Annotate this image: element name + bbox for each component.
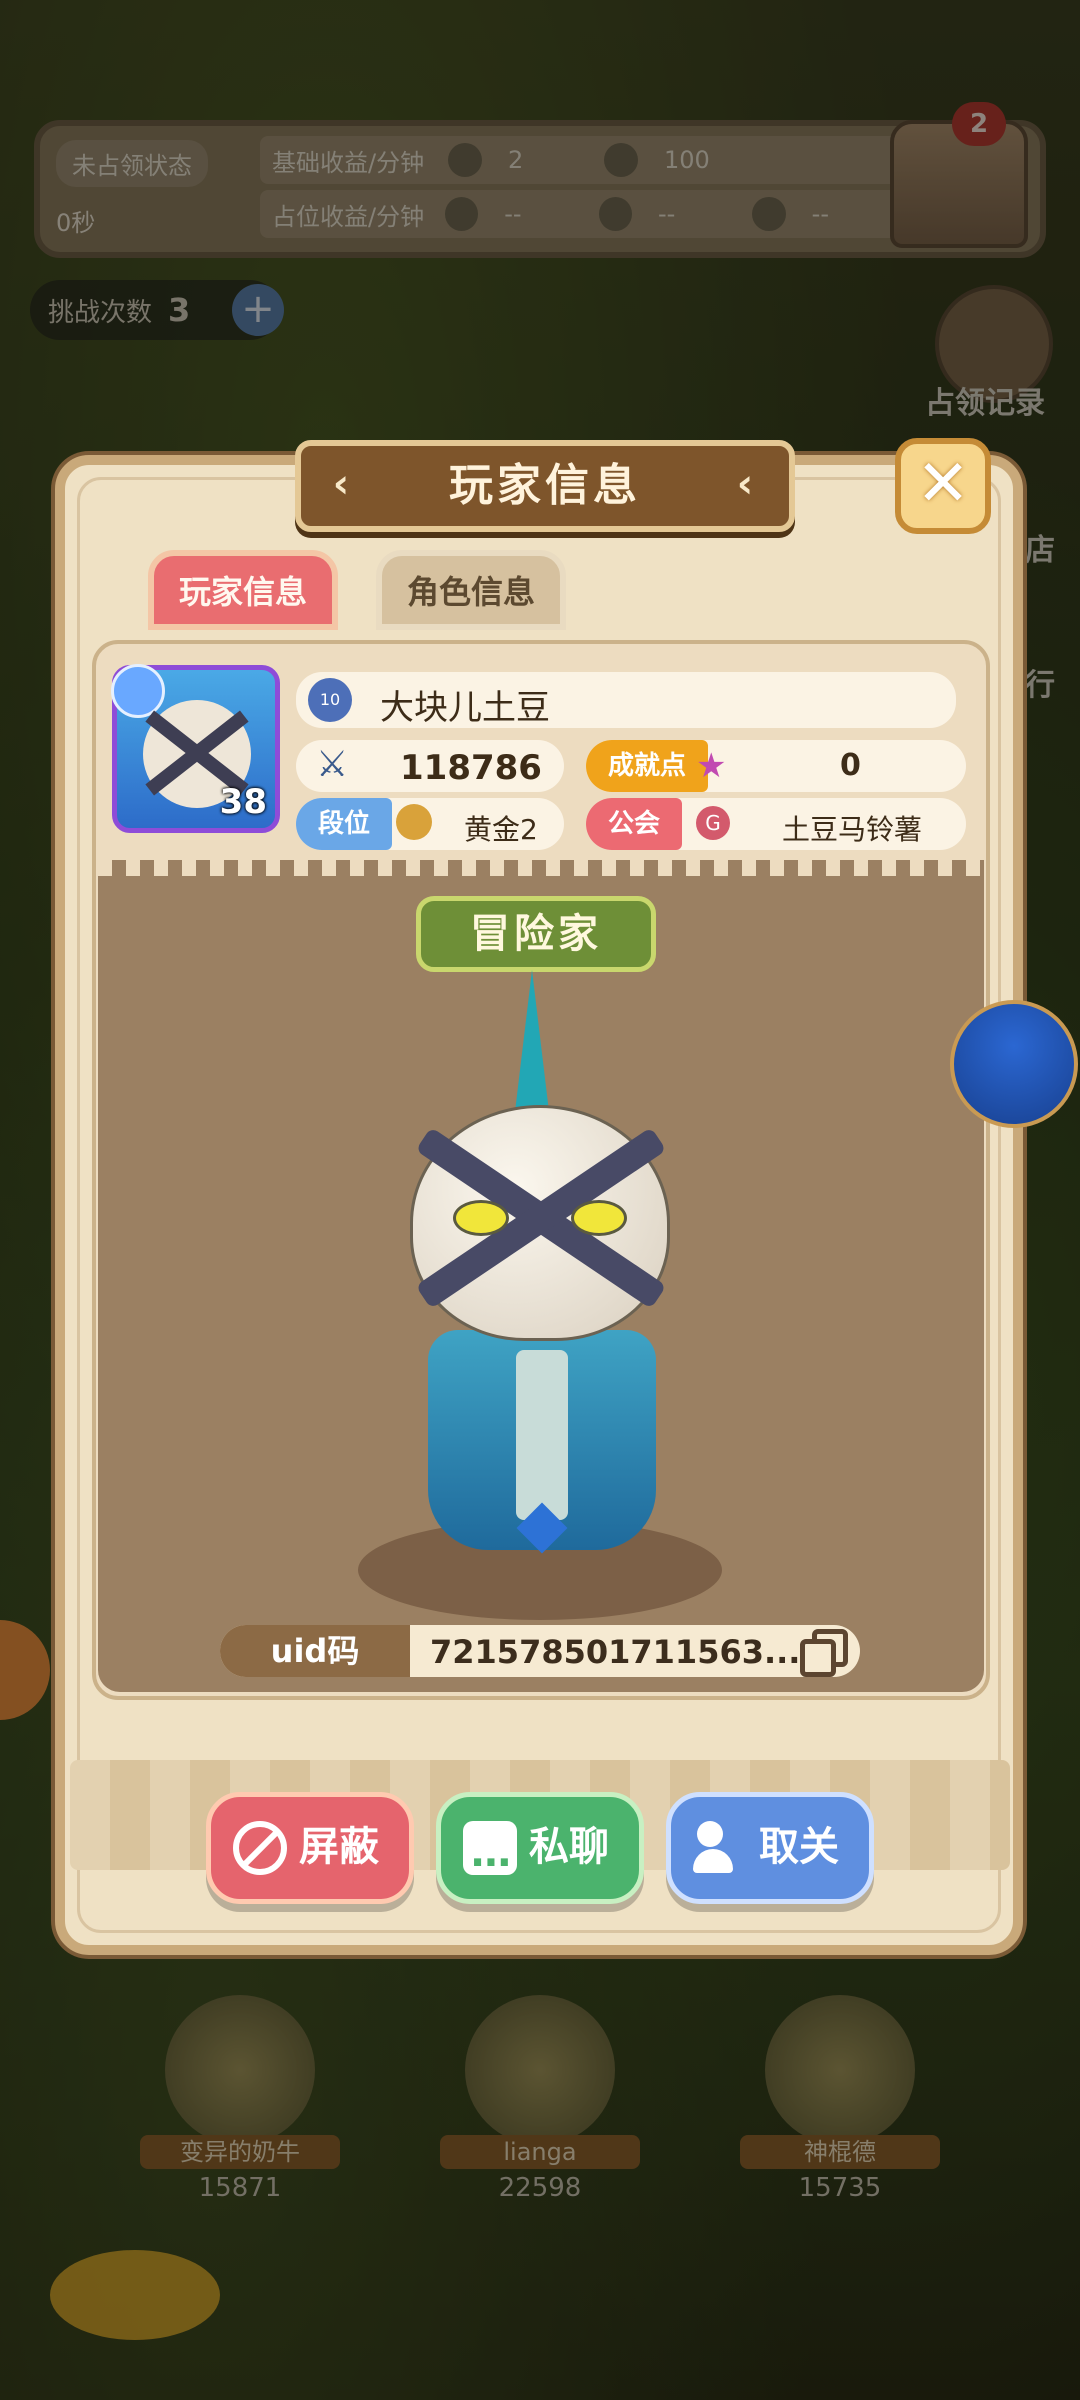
- combat-power-row: ⚔ 118786: [296, 740, 564, 792]
- tab-player-info[interactable]: 玩家信息: [148, 550, 338, 630]
- floating-avatar-button[interactable]: [950, 1000, 1078, 1128]
- gold-rank-icon: [396, 804, 432, 840]
- rank-value: 黄金2: [464, 813, 538, 846]
- private-chat-button[interactable]: 私聊: [436, 1792, 644, 1913]
- crossed-swords-icon: ⚔: [316, 744, 349, 785]
- guild-emblem-icon: G: [696, 806, 730, 840]
- tab-role-info[interactable]: 角色信息: [376, 550, 566, 630]
- block-label: 屏蔽: [299, 1824, 379, 1870]
- level-badge-icon: 10: [308, 678, 352, 722]
- block-button[interactable]: 屏蔽: [206, 1792, 414, 1904]
- close-button[interactable]: ✕: [895, 438, 991, 534]
- chat-label: 私聊: [529, 1824, 609, 1870]
- unfollow-button[interactable]: 取关: [666, 1792, 874, 1904]
- hero-skull-head: [410, 1105, 670, 1341]
- star-medal-icon: ★: [696, 746, 727, 786]
- hero-title-badge: 冒险家: [416, 896, 656, 972]
- hero-eye-left: [453, 1200, 509, 1236]
- copy-icon[interactable]: [798, 1629, 848, 1677]
- achievement-value: 0: [840, 748, 861, 783]
- users-icon: [693, 1821, 747, 1875]
- chevron-left-icon: ‹: [332, 461, 354, 507]
- rank-emblem-icon: [111, 664, 165, 718]
- hero-spike: [514, 970, 550, 1120]
- combat-power-value: 118786: [400, 748, 542, 788]
- player-name: 大块儿土豆: [380, 688, 550, 728]
- achievement-label: 成就点: [586, 740, 709, 792]
- chat-bubble-icon: [463, 1813, 517, 1913]
- rank-label: 段位: [296, 798, 393, 850]
- uid-bar: uid码 721578501711563...: [220, 1625, 860, 1677]
- player-name-row: 10 大块儿土豆: [296, 672, 956, 728]
- uid-label: uid码: [220, 1625, 410, 1677]
- chevron-right-icon: ‹: [736, 461, 758, 507]
- rank-row: 段位 黄金2: [296, 798, 564, 850]
- hero-robe-stripe: [516, 1350, 568, 1520]
- guild-value[interactable]: 土豆马铃薯: [782, 808, 922, 848]
- player-level: 38: [219, 782, 267, 822]
- player-avatar[interactable]: 38: [111, 664, 280, 833]
- guild-label: 公会: [586, 798, 683, 850]
- achievement-row: 成就点 ★ 0: [586, 740, 966, 792]
- hero-eye-right: [571, 1200, 627, 1236]
- hero-robe: [428, 1330, 656, 1554]
- uid-value: 721578501711563...: [430, 1633, 801, 1671]
- modal-title-plate: ‹ 玩家信息 ‹: [295, 440, 795, 532]
- modal-title: 玩家信息: [449, 460, 641, 511]
- hero-showcase: 冒险家: [98, 860, 984, 1692]
- guild-row: 公会 G 土豆马铃薯: [586, 798, 966, 850]
- unfollow-label: 取关: [759, 1824, 839, 1870]
- block-icon: [233, 1821, 287, 1875]
